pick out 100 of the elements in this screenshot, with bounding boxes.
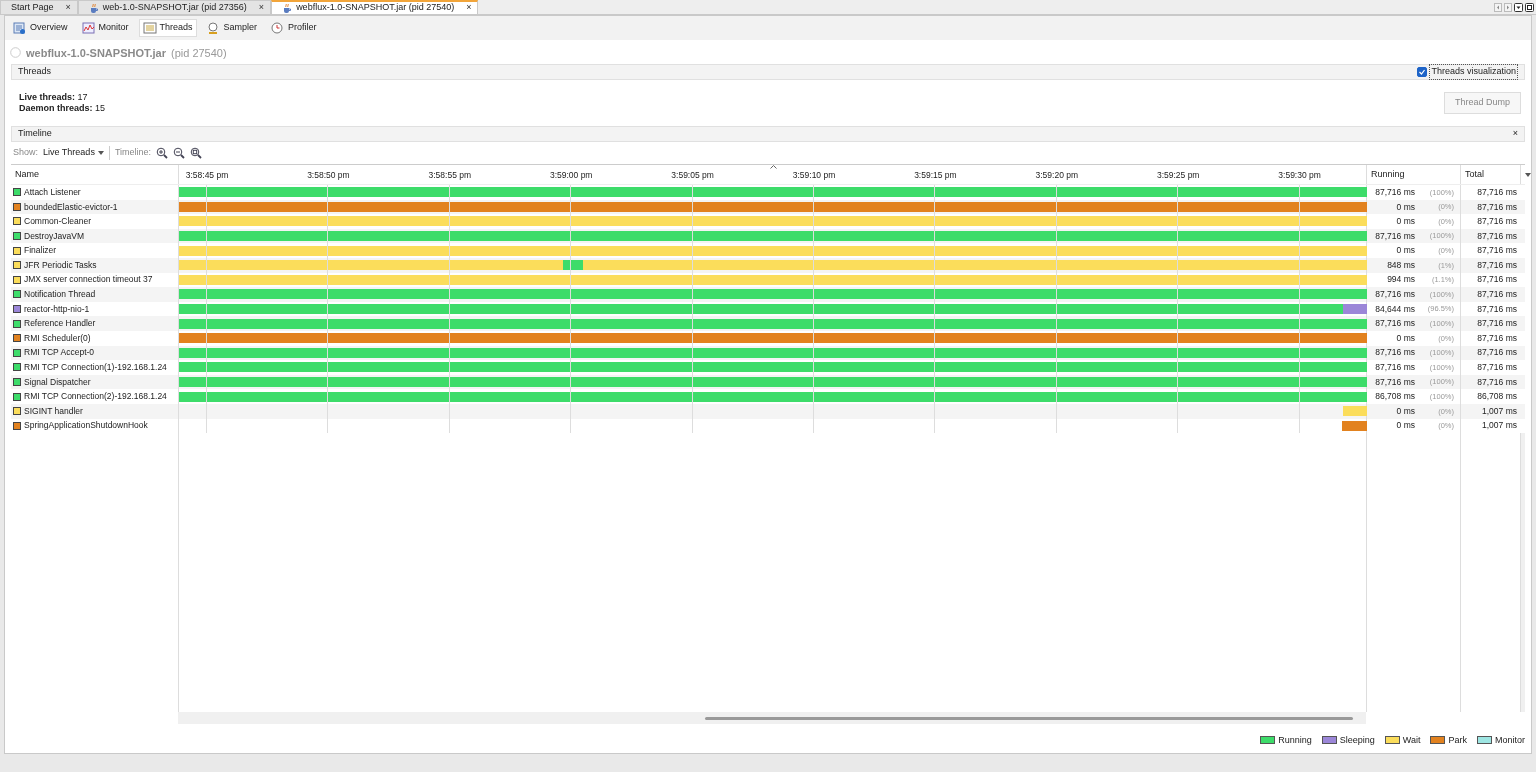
legend-label: Running <box>1278 733 1312 747</box>
left-arrow-icon[interactable] <box>1494 2 1502 12</box>
time-tick-label: 3:58:45 pm <box>185 169 229 182</box>
thread-name: boundedElastic-evictor-1 <box>24 200 118 214</box>
running-time: 0 ms <box>1396 419 1415 433</box>
zoom-fit-icon[interactable] <box>190 147 203 159</box>
time-tick-label: 3:59:20 pm <box>1035 169 1079 182</box>
running-time: 87,716 ms <box>1375 375 1415 389</box>
running-time: 994 ms <box>1387 273 1415 287</box>
thread-name: RMI TCP Accept-0 <box>24 346 95 360</box>
zoom-out-icon[interactable] <box>173 147 186 159</box>
time-tick-label: 3:59:15 pm <box>914 169 957 182</box>
thread-name: JFR Periodic Tasks <box>24 258 97 272</box>
section-title: Threads <box>18 65 52 79</box>
running-time: 848 ms <box>1387 258 1415 272</box>
column-header[interactable]: Name <box>11 165 178 184</box>
sort-icon <box>770 165 777 169</box>
close-icon[interactable]: × <box>65 0 71 15</box>
thread-name: Common-Cleaner <box>24 215 92 228</box>
total-time: 87,716 ms <box>1460 345 1520 361</box>
thread-name: reactor-http-nio-1 <box>24 302 90 316</box>
running-time: 87,716 ms <box>1375 317 1415 330</box>
thread-name: DestroyJavaVM <box>24 229 84 243</box>
thread-name: RMI Scheduler(0) <box>24 331 91 345</box>
running-time: 87,716 ms <box>1375 361 1415 374</box>
thread-name: Attach Listener <box>24 185 81 199</box>
view-tab[interactable]: Threads <box>138 19 197 37</box>
time-tick-label: 3:58:50 pm <box>307 169 350 182</box>
running-time: 0 ms <box>1396 244 1415 258</box>
time-tick-label: 3:59:25 pm <box>1156 169 1200 182</box>
close-icon[interactable]: × <box>466 1 472 15</box>
running-time: 87,716 ms <box>1375 288 1415 301</box>
total-time: 87,716 ms <box>1460 257 1520 273</box>
document-tab[interactable]: web-1.0-SNAPSHOT.jar (pid 27356) × <box>77 0 272 14</box>
running-time: 0 ms <box>1396 404 1415 418</box>
monitor-icon <box>81 21 96 34</box>
time-tick-label: 3:59:00 pm <box>549 169 593 182</box>
thread-name: SIGINT handler <box>24 404 83 418</box>
maximize-icon[interactable] <box>1525 2 1534 12</box>
running-time: 87,716 ms <box>1375 346 1415 360</box>
running-time: 86,708 ms <box>1375 390 1415 403</box>
section-title: Timeline <box>18 127 52 141</box>
show-label: Show: <box>13 146 38 160</box>
legend-label: Monitor <box>1495 733 1525 747</box>
running-time: 87,716 ms <box>1375 185 1415 199</box>
legend-label: Sleeping <box>1339 733 1375 747</box>
close-icon[interactable]: × <box>1512 127 1518 141</box>
dropdown-icon[interactable] <box>1514 2 1523 12</box>
total-time: 86,708 ms <box>1460 389 1520 404</box>
caret-icon <box>97 151 104 155</box>
app-name: webflux-1.0-SNAPSHOT.jar <box>26 45 166 61</box>
thread-name: SpringApplicationShutdownHook <box>24 419 148 433</box>
thread-name: JMX server connection timeout 37 <box>24 273 153 287</box>
legend-label: Park <box>1448 733 1467 747</box>
status-circle-icon <box>10 47 21 59</box>
column-header[interactable]: Running <box>1366 165 1460 184</box>
total-time: 87,716 ms <box>1460 374 1520 390</box>
thread-name: Finalizer <box>24 244 57 258</box>
total-time: 87,716 ms <box>1460 214 1520 229</box>
document-tab[interactable]: webflux-1.0-SNAPSHOT.jar (pid 27540) × <box>271 0 479 14</box>
document-tab[interactable]: Start Page × <box>0 0 78 14</box>
thread-name: RMI TCP Connection(1)-192.168.1.24 <box>24 361 167 374</box>
close-icon[interactable]: × <box>258 0 265 15</box>
thread-name: Notification Thread <box>24 288 96 301</box>
total-time: 87,716 ms <box>1460 199 1520 215</box>
total-time: 1,007 ms <box>1460 418 1520 434</box>
overview-icon <box>13 21 27 34</box>
total-time: 87,716 ms <box>1460 360 1520 375</box>
total-time: 1,007 ms <box>1460 403 1520 419</box>
total-time: 87,716 ms <box>1460 243 1520 258</box>
total-time: 87,716 ms <box>1460 287 1520 302</box>
running-time: 87,716 ms <box>1375 229 1415 243</box>
view-tab[interactable]: Monitor <box>77 19 133 37</box>
stat-text: Daemon threads: 15 <box>19 103 106 114</box>
thread-name: Reference Handler <box>24 317 96 330</box>
checkbox-label[interactable]: Threads visualization <box>1429 64 1518 80</box>
time-tick-label: 3:59:30 pm <box>1278 169 1321 182</box>
zoom-in-icon[interactable] <box>156 147 169 159</box>
time-tick-label: 3:59:10 pm <box>792 169 836 182</box>
checkbox[interactable] <box>1417 67 1428 77</box>
legend-label: Wait <box>1402 733 1421 747</box>
scrollbar-thumb[interactable] <box>705 716 1353 720</box>
thread-name: RMI TCP Connection(2)-192.168.1.24 <box>24 390 167 403</box>
total-time: 87,716 ms <box>1460 330 1520 346</box>
column-header[interactable]: Total <box>1460 165 1520 184</box>
time-tick-label: 3:58:55 pm <box>428 169 472 182</box>
view-tab[interactable]: Overview <box>9 19 72 37</box>
timeline-label: Timeline: <box>114 146 152 160</box>
view-tab[interactable]: Profiler <box>267 19 321 37</box>
show-dropdown[interactable]: Live Threads <box>43 146 104 160</box>
total-time: 87,716 ms <box>1460 185 1520 200</box>
thread-name: Signal Dispatcher <box>24 375 91 389</box>
total-time: 87,716 ms <box>1460 228 1520 244</box>
running-time: 84,644 ms <box>1375 302 1415 316</box>
stat-text: Live threads: 17 <box>19 92 89 103</box>
time-tick-label: 3:59:05 pm <box>671 169 714 182</box>
view-tab[interactable]: Sampler <box>202 19 262 37</box>
running-time: 0 ms <box>1396 200 1415 214</box>
column-menu-icon[interactable] <box>1525 172 1531 177</box>
process-id: (pid 27540) <box>171 45 227 61</box>
